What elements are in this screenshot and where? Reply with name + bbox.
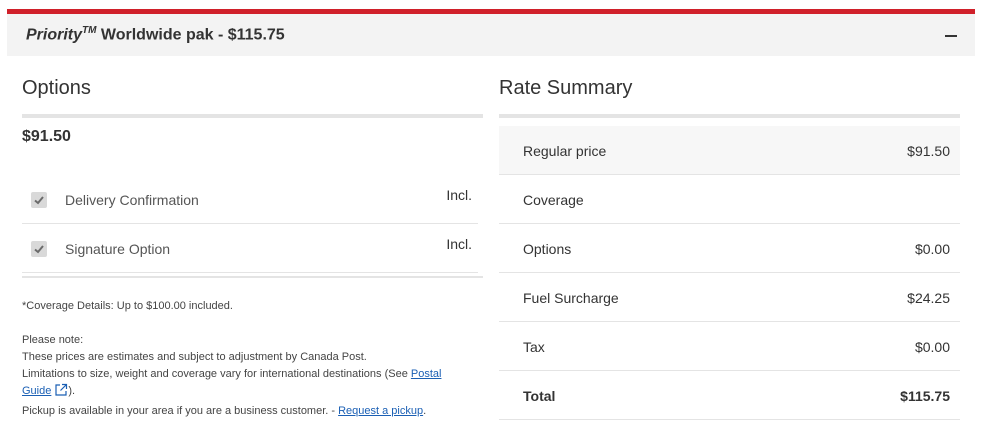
options-bottom-divider (22, 276, 483, 278)
signature-option-checkbox[interactable] (31, 241, 47, 257)
notes-line-2-prefix: Limitations to size, weight and coverage… (22, 368, 411, 380)
rate-row-regular-price: Regular price $91.50 (499, 126, 960, 175)
total-value: $115.75 (900, 388, 950, 404)
option-value: Incl. (446, 236, 472, 252)
coverage-note: *Coverage Details: Up to $100.00 include… (22, 300, 233, 312)
options-title: Options (22, 77, 91, 99)
delivery-confirmation-checkbox[interactable] (31, 192, 47, 208)
rate-summary-title: Rate Summary (499, 77, 633, 99)
postal-guide-link-part-1[interactable]: Postal (411, 368, 442, 380)
option-value: Incl. (446, 187, 472, 203)
rate-label: Options (523, 241, 572, 257)
rate-value: $24.25 (907, 290, 950, 306)
rate-label: Regular price (523, 143, 607, 159)
notes-line-3-suffix: . (423, 405, 427, 417)
notes-line-3: Pickup is available in your area if you … (22, 403, 441, 420)
rate-row-coverage: Coverage (499, 175, 960, 224)
rate-row-tax: Tax $0.00 (499, 322, 960, 371)
notes-line-2: Limitations to size, weight and coverage… (22, 366, 441, 383)
notes-line-1: These prices are estimates and subject t… (22, 351, 367, 363)
price-notes: Please note: These prices are estimates … (22, 332, 441, 420)
checkmark-icon (34, 196, 44, 205)
notes-line-3-prefix: Pickup is available in your area if you … (22, 405, 339, 417)
notes-line-2-cont: Guide). (22, 383, 441, 403)
option-row-signature-option: Signature Option Incl. (22, 224, 478, 273)
service-brand: Priority (26, 26, 83, 44)
option-label: Delivery Confirmation (65, 192, 199, 208)
rate-value: $0.00 (914, 241, 950, 257)
rate-row-options: Options $0.00 (499, 224, 960, 273)
checkmark-icon (34, 245, 44, 254)
collapse-button[interactable] (941, 24, 961, 44)
rate-summary-divider (499, 114, 960, 118)
rate-label: Coverage (523, 192, 584, 208)
options-divider (22, 114, 483, 118)
rate-row-total: Total $115.75 (499, 371, 960, 420)
rate-row-fuel-surcharge: Fuel Surcharge $24.25 (499, 273, 960, 322)
service-title-rest: Worldwide pak - $115.75 (96, 26, 285, 44)
rate-value: $0.00 (914, 339, 950, 355)
option-row-delivery-confirmation: Delivery Confirmation Incl. (22, 175, 478, 224)
rate-label: Fuel Surcharge (523, 290, 619, 306)
notes-heading: Please note: (22, 334, 84, 346)
total-label: Total (523, 388, 556, 404)
service-header[interactable]: PriorityTM Worldwide pak - $115.75 (7, 14, 975, 56)
trademark-mark: TM (82, 25, 97, 36)
rate-label: Tax (523, 339, 545, 355)
option-label: Signature Option (65, 241, 171, 257)
options-price: $91.50 (22, 128, 71, 145)
external-link-icon[interactable] (54, 383, 68, 403)
rate-value: $91.50 (907, 143, 950, 159)
postal-guide-link-part-2[interactable]: Guide (22, 385, 51, 397)
request-pickup-link[interactable]: Request a pickup (338, 405, 423, 417)
notes-line-2-suffix: ). (68, 385, 76, 397)
service-title: PriorityTM Worldwide pak - $115.75 (26, 25, 285, 44)
